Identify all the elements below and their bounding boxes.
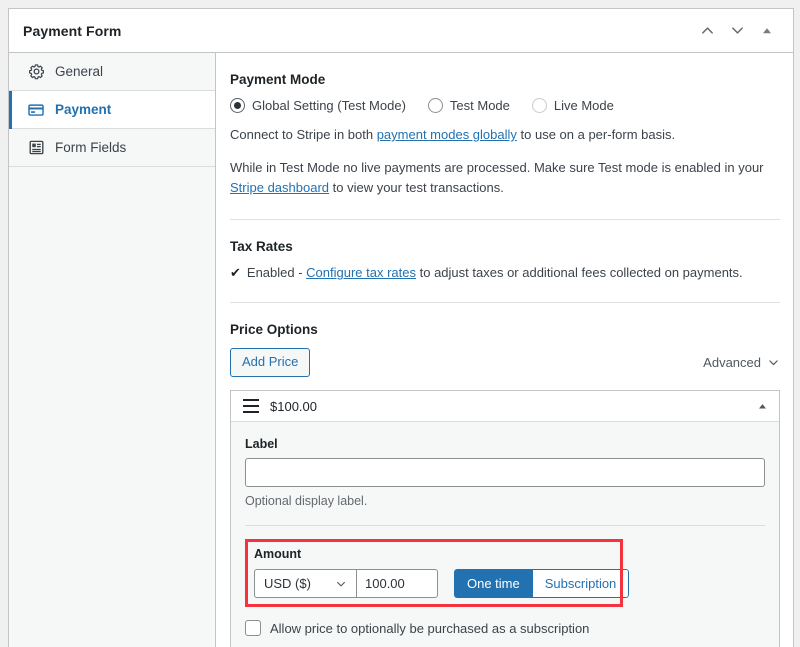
credit-card-icon: [27, 101, 45, 119]
tax-rates-status: Enabled - Configure tax rates to adjust …: [247, 265, 743, 280]
metabox-body: General Payment Form Fields Payment Mode…: [9, 53, 793, 647]
settings-content: Payment Mode Global Setting (Test Mode) …: [216, 53, 793, 647]
sidebar-item-label: Form Fields: [55, 140, 127, 155]
section-heading: Payment Mode: [230, 72, 326, 87]
amount-field-group: Amount USD ($) 100.00 One time Subscript…: [245, 539, 765, 608]
tax-rates-section: Tax Rates ✔ Enabled - Configure tax rate…: [230, 220, 780, 304]
check-icon: ✔: [230, 265, 241, 281]
tax-status-text: Enabled -: [246, 265, 307, 281]
connect-text-after: to use on a per-form basis.: [516, 127, 676, 142]
radio-option-test-mode[interactable]: Test Mode: [427, 98, 510, 113]
billing-mode-toggle: One time Subscription: [454, 569, 630, 599]
advanced-toggle[interactable]: Advanced: [703, 355, 780, 370]
chevron-up-icon: [701, 27, 713, 34]
metabox-header-controls: [693, 17, 781, 45]
price-item-header[interactable]: $100.00: [231, 391, 779, 423]
connect-text-before: Connect to Stripe in both: [230, 127, 377, 142]
move-up-button[interactable]: [693, 17, 721, 45]
sidebar-item-general[interactable]: General: [9, 53, 215, 91]
price-amount-display: $100.00: [270, 398, 317, 414]
radio-indicator: [230, 98, 245, 113]
triangle-up-icon: [763, 27, 771, 33]
checkbox-label: Allow price to optionally be purchased a…: [270, 620, 590, 636]
section-heading: Price Options: [230, 322, 318, 338]
radio-indicator: [427, 98, 443, 113]
page-title: Payment Form: [23, 22, 122, 39]
test-text-before: While in Test Mode no live payments are …: [230, 160, 764, 176]
price-label-input[interactable]: [245, 458, 765, 488]
price-item: $100.00 Label Optional display label. Am…: [230, 390, 780, 647]
amount-input[interactable]: [356, 569, 438, 599]
price-options-section: Price Options Add Price Advanced $100.00: [230, 303, 780, 647]
currency-select[interactable]: USD ($): [254, 569, 356, 599]
billing-mode-one-time-button[interactable]: One time: [454, 569, 532, 599]
radio-option-global-setting[interactable]: Global Setting (Test Mode): [230, 98, 406, 113]
payment-mode-section: Payment Mode Global Setting (Test Mode) …: [230, 53, 780, 221]
currency-select-wrap: USD ($): [254, 569, 356, 599]
drag-handle-icon[interactable]: [243, 399, 259, 414]
amount-controls-row: USD ($) O: [254, 569, 755, 599]
radio-label: Test Mode: [449, 98, 510, 113]
add-price-button[interactable]: Add Price: [230, 348, 311, 378]
sidebar-item-label: Payment: [55, 102, 112, 117]
stripe-dashboard-link[interactable]: Stripe dashboard: [230, 180, 329, 195]
payment-form-metabox: Payment Form General Payment Form Fields…: [8, 8, 794, 647]
move-down-button[interactable]: [723, 17, 751, 45]
settings-sidebar: General Payment Form Fields: [9, 53, 216, 647]
price-options-toolbar: Add Price Advanced: [230, 348, 780, 378]
tax-rates-status-line: ✔ Enabled - Configure tax rates to adjus…: [230, 265, 780, 281]
label-field-help: Optional display label.: [245, 494, 368, 509]
form-fields-icon: [27, 139, 45, 157]
toggle-panel-button[interactable]: [753, 17, 781, 45]
amount-field-label: Amount: [254, 547, 302, 562]
checkbox-indicator: [245, 620, 261, 637]
radio-label: Live Mode: [553, 98, 614, 113]
sidebar-filler: [9, 167, 215, 647]
sidebar-item-payment[interactable]: Payment: [9, 91, 215, 129]
label-field-label: Label: [245, 437, 278, 452]
advanced-label: Advanced: [703, 355, 761, 371]
tax-suffix-text: to adjust taxes or additional fees colle…: [416, 265, 743, 281]
sidebar-item-form-fields[interactable]: Form Fields: [9, 129, 215, 167]
chevron-down-icon: [769, 360, 778, 366]
sidebar-item-label: General: [55, 64, 104, 79]
radio-label: Global Setting (Test Mode): [252, 98, 406, 113]
section-heading: Tax Rates: [230, 239, 293, 255]
payment-mode-radio-group: Global Setting (Test Mode) Test Mode Liv…: [230, 98, 780, 113]
radio-option-live-mode[interactable]: Live Mode: [531, 98, 614, 113]
checkbox-allow-optional-subscription[interactable]: Allow price to optionally be purchased a…: [245, 620, 765, 637]
radio-indicator: [531, 98, 547, 113]
billing-mode-subscription-button[interactable]: Subscription: [531, 569, 630, 599]
test-mode-description: While in Test Mode no live payments are …: [230, 158, 780, 198]
payment-modes-globally-link[interactable]: payment modes globally: [377, 127, 517, 142]
price-body-divider: [245, 525, 765, 527]
chevron-down-icon: [731, 27, 743, 34]
price-collapse-button[interactable]: [757, 401, 768, 412]
triangle-up-icon: [759, 403, 766, 409]
price-item-body: Label Optional display label. Amount USD…: [231, 422, 779, 647]
metabox-header: Payment Form: [9, 9, 793, 53]
configure-tax-rates-link[interactable]: Configure tax rates: [306, 265, 416, 280]
connect-description: Connect to Stripe in both payment modes …: [230, 125, 780, 145]
gear-icon: [27, 63, 45, 81]
test-text-after: to view your test transactions.: [329, 180, 504, 196]
